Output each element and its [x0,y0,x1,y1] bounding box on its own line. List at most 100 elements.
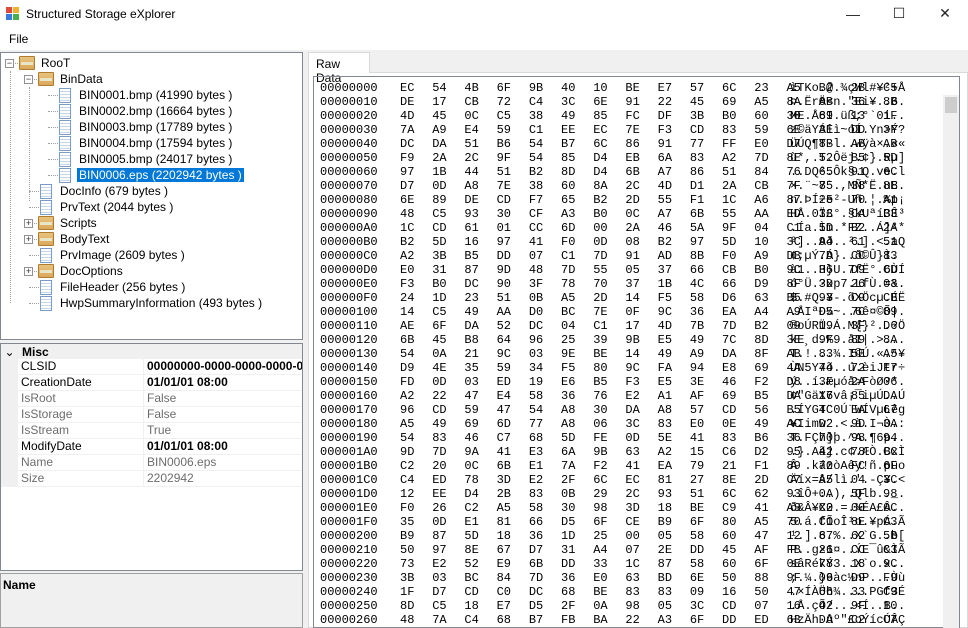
tree-item[interactable]: BIN0006.eps (2202942 bytes ) [57,167,244,183]
document-icon [40,200,52,215]
document-icon [40,280,52,295]
hex-ascii: ó°Ü.?xp7.LfÙ.=&. [790,277,905,291]
property-row[interactable]: CreationDate 01/01/01 08:00 [1,375,302,391]
tree-item[interactable]: Scripts [38,215,99,231]
scrollbar-thumb[interactable] [945,97,957,113]
tree-item[interactable]: HwpSummaryInformation (493 bytes ) [38,295,264,311]
maximize-button[interactable]: ☐ [876,0,922,27]
hex-ascii: ..DQ².Ôk§.Q.ve.l [790,165,905,179]
hex-ascii: ð&Â¥X0.=.¾ÉA£Â.. [790,501,905,515]
menu-file[interactable]: File [0,32,37,46]
hex-address: 00000170 [320,403,378,417]
hex-view[interactable]: 00000000 EC 54 4B 6F 9B 40 10 BE E7 57 6C… [313,76,960,628]
property-category-misc[interactable]: ⌄ Misc [1,344,302,359]
property-row[interactable]: IsStream True [1,423,302,439]
property-row[interactable]: IsStorage False [1,407,302,423]
menu-bar: File [0,27,968,50]
tree-item[interactable]: BIN0001.bmp (41990 bytes ) [57,87,234,103]
hex-address: 000000B0 [320,235,378,249]
app-icon [6,7,20,21]
tree-item[interactable]: DocOptions [38,263,125,279]
property-value[interactable]: BIN0006.eps [144,455,302,470]
expand-toggle-icon[interactable]: − [24,75,33,84]
hex-address: 00000140 [320,361,378,375]
tab-raw-data[interactable]: Raw Data [308,52,370,73]
tree-item-label[interactable]: DocInfo (679 bytes ) [58,184,170,198]
property-row[interactable]: CLSID00000000-0000-0000-0000-00000000000… [1,359,302,375]
hex-address: 00000100 [320,305,378,319]
tree-item[interactable]: PrvImage (2609 bytes ) [38,247,187,263]
tree-item[interactable]: BIN0002.bmp (16664 bytes ) [57,103,234,119]
tree-item-label[interactable]: PrvImage (2609 bytes ) [58,248,187,262]
hex-ascii: Þ.ËrÄ<n."Ei¥..6. [790,95,905,109]
property-value[interactable]: 2202942 [144,471,302,486]
storage-tree[interactable]: − RooT − BinData BIN0001.bmp (41990 bytes ) B… [0,52,303,340]
expand-toggle-icon[interactable]: − [5,59,14,68]
tree-item-label[interactable]: BIN0001.bmp (41990 bytes ) [77,88,234,102]
document-icon [59,136,71,151]
hex-address: 00000040 [320,137,378,151]
tree-item[interactable]: BIN0005.bmp (24017 bytes ) [57,151,234,167]
expand-toggle-icon[interactable]: + [24,235,33,244]
hex-ascii: ÙN5Y4õ..ú.èiJtr÷ [790,361,905,375]
property-row[interactable]: IsRoot False [1,391,302,407]
property-value[interactable]: 01/01/01 08:00 [144,375,302,390]
tree-item-label[interactable]: BIN0005.bmp (24017 bytes ) [77,152,234,166]
tree-item[interactable]: PrvText (2044 bytes ) [38,199,175,215]
tree-item[interactable]: DocInfo (679 bytes ) [38,183,170,199]
tree-item-label[interactable]: BIN0003.bmp (17789 bytes ) [77,120,234,134]
tree-item-label[interactable]: BIN0004.bmp (17594 bytes ) [77,136,234,150]
expand-toggle-icon[interactable]: + [24,267,33,276]
property-value[interactable]: False [144,407,302,422]
tree-item[interactable]: BIN0004.bmp (17594 bytes ) [57,135,234,151]
hex-address: 000001B0 [320,459,378,473]
hex-address: 00000020 [320,109,378,123]
hex-address: 00000080 [320,193,378,207]
hex-ascii: $.#Q.¥-.õXÖcµ.ÉË [790,291,905,305]
hex-ascii: ¢"GäX6vâ¡¯iµÚ..Ú [790,389,905,403]
tree-item[interactable]: BinData [38,71,105,87]
hex-address: 000001D0 [320,487,378,501]
hex-ascii: 5.á.fÕoÎ¹o.¥pÁ.Ã [790,515,905,529]
close-button[interactable]: ✕ [922,0,968,27]
tree-item-label[interactable]: HwpSummaryInformation (493 bytes ) [58,296,264,310]
hex-address: 000001A0 [320,445,378,459]
property-value[interactable]: True [144,423,302,438]
property-grid[interactable]: ⌄ Misc CLSID00000000-0000-0000-0000-0000… [0,343,303,571]
property-margin [1,407,18,422]
tree-item-label[interactable]: Scripts [58,216,99,230]
tree-item-label[interactable]: BodyText [58,232,111,246]
hex-address: 00000250 [320,599,378,613]
property-row[interactable]: ModifyDate 01/01/01 08:00 [1,439,302,455]
tree-item-label[interactable]: FileHeader (256 bytes ) [58,280,187,294]
hex-ascii: à1..H}U.7fË°.6ÙÍ [790,263,905,277]
tree-item-label[interactable]: BinData [58,72,105,86]
property-row[interactable]: Size 2202942 [1,471,302,487]
hex-address: 00000070 [320,179,378,193]
tree-item-label[interactable]: DocOptions [58,264,125,278]
hex-ascii: .îÔ+..),.Qlb.._. [790,487,905,501]
property-row[interactable]: Name BIN0006.eps [1,455,302,471]
tree-item-label[interactable]: BIN0006.eps (2202942 bytes ) [77,168,244,182]
hex-address: 00000150 [320,375,378,389]
expand-toggle-icon[interactable]: + [24,219,33,228]
vertical-scrollbar[interactable] [943,95,959,628]
hex-address: 000000E0 [320,277,378,291]
tree-item[interactable]: BodyText [38,231,111,247]
tree-item[interactable]: BIN0003.bmp (17789 bytes ) [57,119,234,135]
window-title: Structured Storage eXplorer [26,7,175,21]
tree-item-label[interactable]: RooT [39,56,72,70]
hex-ascii: .Å.çÕ/...<Í..B.. [790,599,905,613]
tree-item-label[interactable]: BIN0002.bmp (16664 bytes ) [77,104,234,118]
property-value[interactable]: 01/01/01 08:00 [144,439,302,454]
property-value[interactable]: 00000000-0000-0000-0000-000000000000 [144,359,302,374]
property-value[interactable]: False [144,391,302,406]
tree-item[interactable]: FileHeader (256 bytes ) [38,279,187,295]
tree-item[interactable]: RooT [19,55,72,71]
hex-ascii: z©äYÁîì~óÍ.Yn>Ý? [790,123,905,137]
collapse-icon[interactable]: ⌄ [1,345,18,359]
folder-icon [38,232,54,246]
tree-item-label[interactable]: PrvText (2044 bytes ) [58,200,175,214]
minimize-button[interactable]: — [830,0,876,27]
hex-ascii: n.ÞÍ÷e²-Uñ.¦.%p¡ [790,193,905,207]
